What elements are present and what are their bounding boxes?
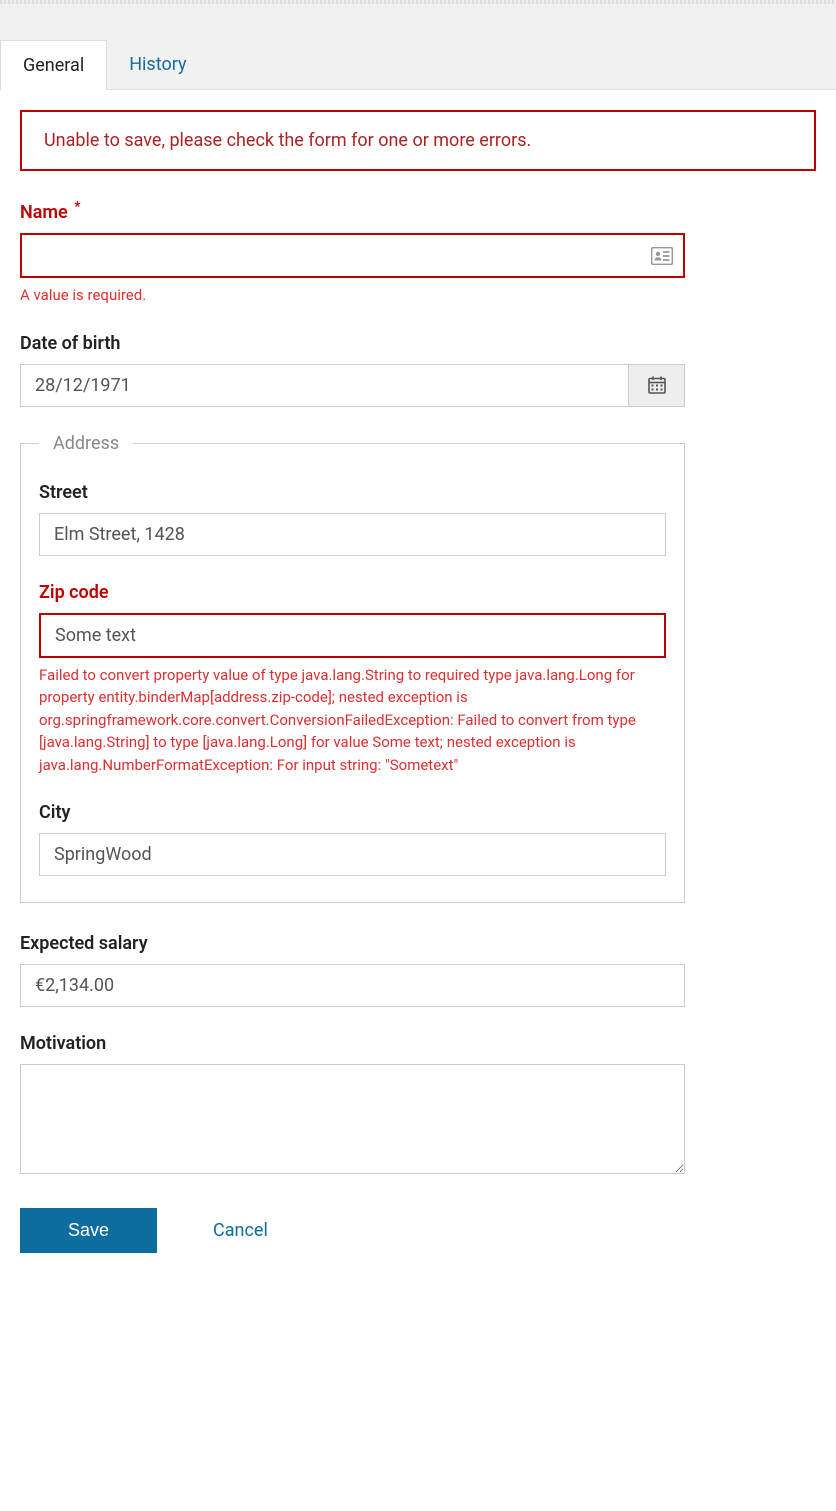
label-motivation: Motivation bbox=[20, 1033, 685, 1054]
name-error: A value is required. bbox=[20, 284, 685, 307]
alert-error: Unable to save, please check the form fo… bbox=[20, 110, 816, 171]
label-salary: Expected salary bbox=[20, 933, 685, 954]
field-name: Name * A value is required. bbox=[20, 199, 685, 307]
name-input[interactable] bbox=[20, 233, 685, 278]
field-dob: Date of birth bbox=[20, 333, 685, 407]
label-dob: Date of birth bbox=[20, 333, 685, 354]
label-name-text: Name bbox=[20, 202, 68, 223]
label-zip: Zip code bbox=[39, 582, 666, 603]
field-salary: Expected salary bbox=[20, 933, 685, 1007]
calendar-picker-button[interactable] bbox=[629, 364, 685, 407]
tabs: General History bbox=[0, 4, 836, 90]
label-city: City bbox=[39, 802, 666, 823]
field-zip: Zip code Failed to convert property valu… bbox=[39, 582, 666, 777]
field-city: City bbox=[39, 802, 666, 876]
motivation-textarea[interactable] bbox=[20, 1064, 685, 1174]
calendar-icon bbox=[648, 376, 666, 394]
alert-message: Unable to save, please check the form fo… bbox=[44, 130, 531, 151]
city-input[interactable] bbox=[39, 833, 666, 876]
form-actions: Save Cancel bbox=[20, 1208, 816, 1253]
label-name: Name * bbox=[20, 199, 685, 223]
tab-history[interactable]: History bbox=[107, 40, 208, 89]
cancel-link[interactable]: Cancel bbox=[213, 1220, 268, 1241]
dob-input[interactable] bbox=[20, 364, 629, 407]
street-input[interactable] bbox=[39, 513, 666, 556]
required-marker: * bbox=[74, 199, 80, 215]
salary-input[interactable] bbox=[20, 964, 685, 1007]
save-button[interactable]: Save bbox=[20, 1208, 157, 1253]
label-street: Street bbox=[39, 482, 666, 503]
tab-general[interactable]: General bbox=[0, 40, 107, 90]
zip-error: Failed to convert property value of type… bbox=[39, 664, 666, 777]
field-street: Street bbox=[39, 482, 666, 556]
zip-input[interactable] bbox=[39, 613, 666, 658]
address-legend: Address bbox=[39, 433, 133, 454]
id-card-icon bbox=[651, 247, 673, 265]
field-motivation: Motivation bbox=[20, 1033, 685, 1178]
address-fieldset: Address Street Zip code Failed to conver… bbox=[20, 433, 685, 904]
